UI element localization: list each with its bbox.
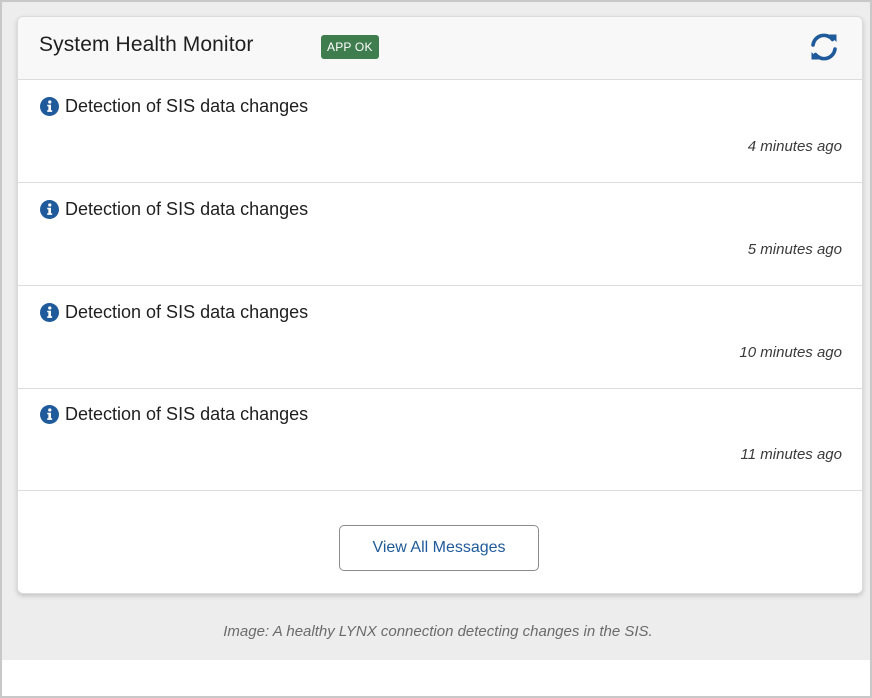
card-header: System Health Monitor APP OK bbox=[18, 17, 862, 80]
refresh-icon bbox=[811, 33, 837, 61]
message-text: Detection of SIS data changes bbox=[65, 404, 309, 424]
info-icon bbox=[40, 303, 59, 322]
info-icon bbox=[40, 200, 59, 219]
card-title: System Health Monitor bbox=[39, 33, 254, 56]
message-text: Detection of SIS data changes bbox=[65, 302, 309, 322]
refresh-button[interactable] bbox=[808, 31, 840, 63]
message-timestamp: 10 minutes ago bbox=[739, 344, 842, 361]
info-icon bbox=[40, 405, 59, 424]
message-row: Detection of SIS data changes 4 minutes … bbox=[18, 80, 862, 183]
message-text: Detection of SIS data changes bbox=[65, 96, 309, 116]
message-row: Detection of SIS data changes 5 minutes … bbox=[18, 183, 862, 286]
message-row: Detection of SIS data changes 11 minutes… bbox=[18, 388, 862, 491]
status-badge: APP OK bbox=[321, 35, 379, 59]
figure-area: System Health Monitor APP OK Detection o… bbox=[2, 2, 870, 660]
message-timestamp: 5 minutes ago bbox=[747, 241, 842, 258]
message-row: Detection of SIS data changes 10 minutes… bbox=[18, 286, 862, 389]
info-icon bbox=[40, 97, 59, 116]
message-timestamp: 4 minutes ago bbox=[747, 138, 842, 155]
message-timestamp: 11 minutes ago bbox=[740, 446, 842, 463]
image-caption: Image: A healthy LYNX connection detecti… bbox=[223, 623, 653, 640]
view-all-messages-button[interactable]: View All Messages bbox=[339, 525, 539, 571]
system-health-card: System Health Monitor APP OK Detection o… bbox=[17, 16, 863, 594]
message-text: Detection of SIS data changes bbox=[65, 199, 309, 219]
